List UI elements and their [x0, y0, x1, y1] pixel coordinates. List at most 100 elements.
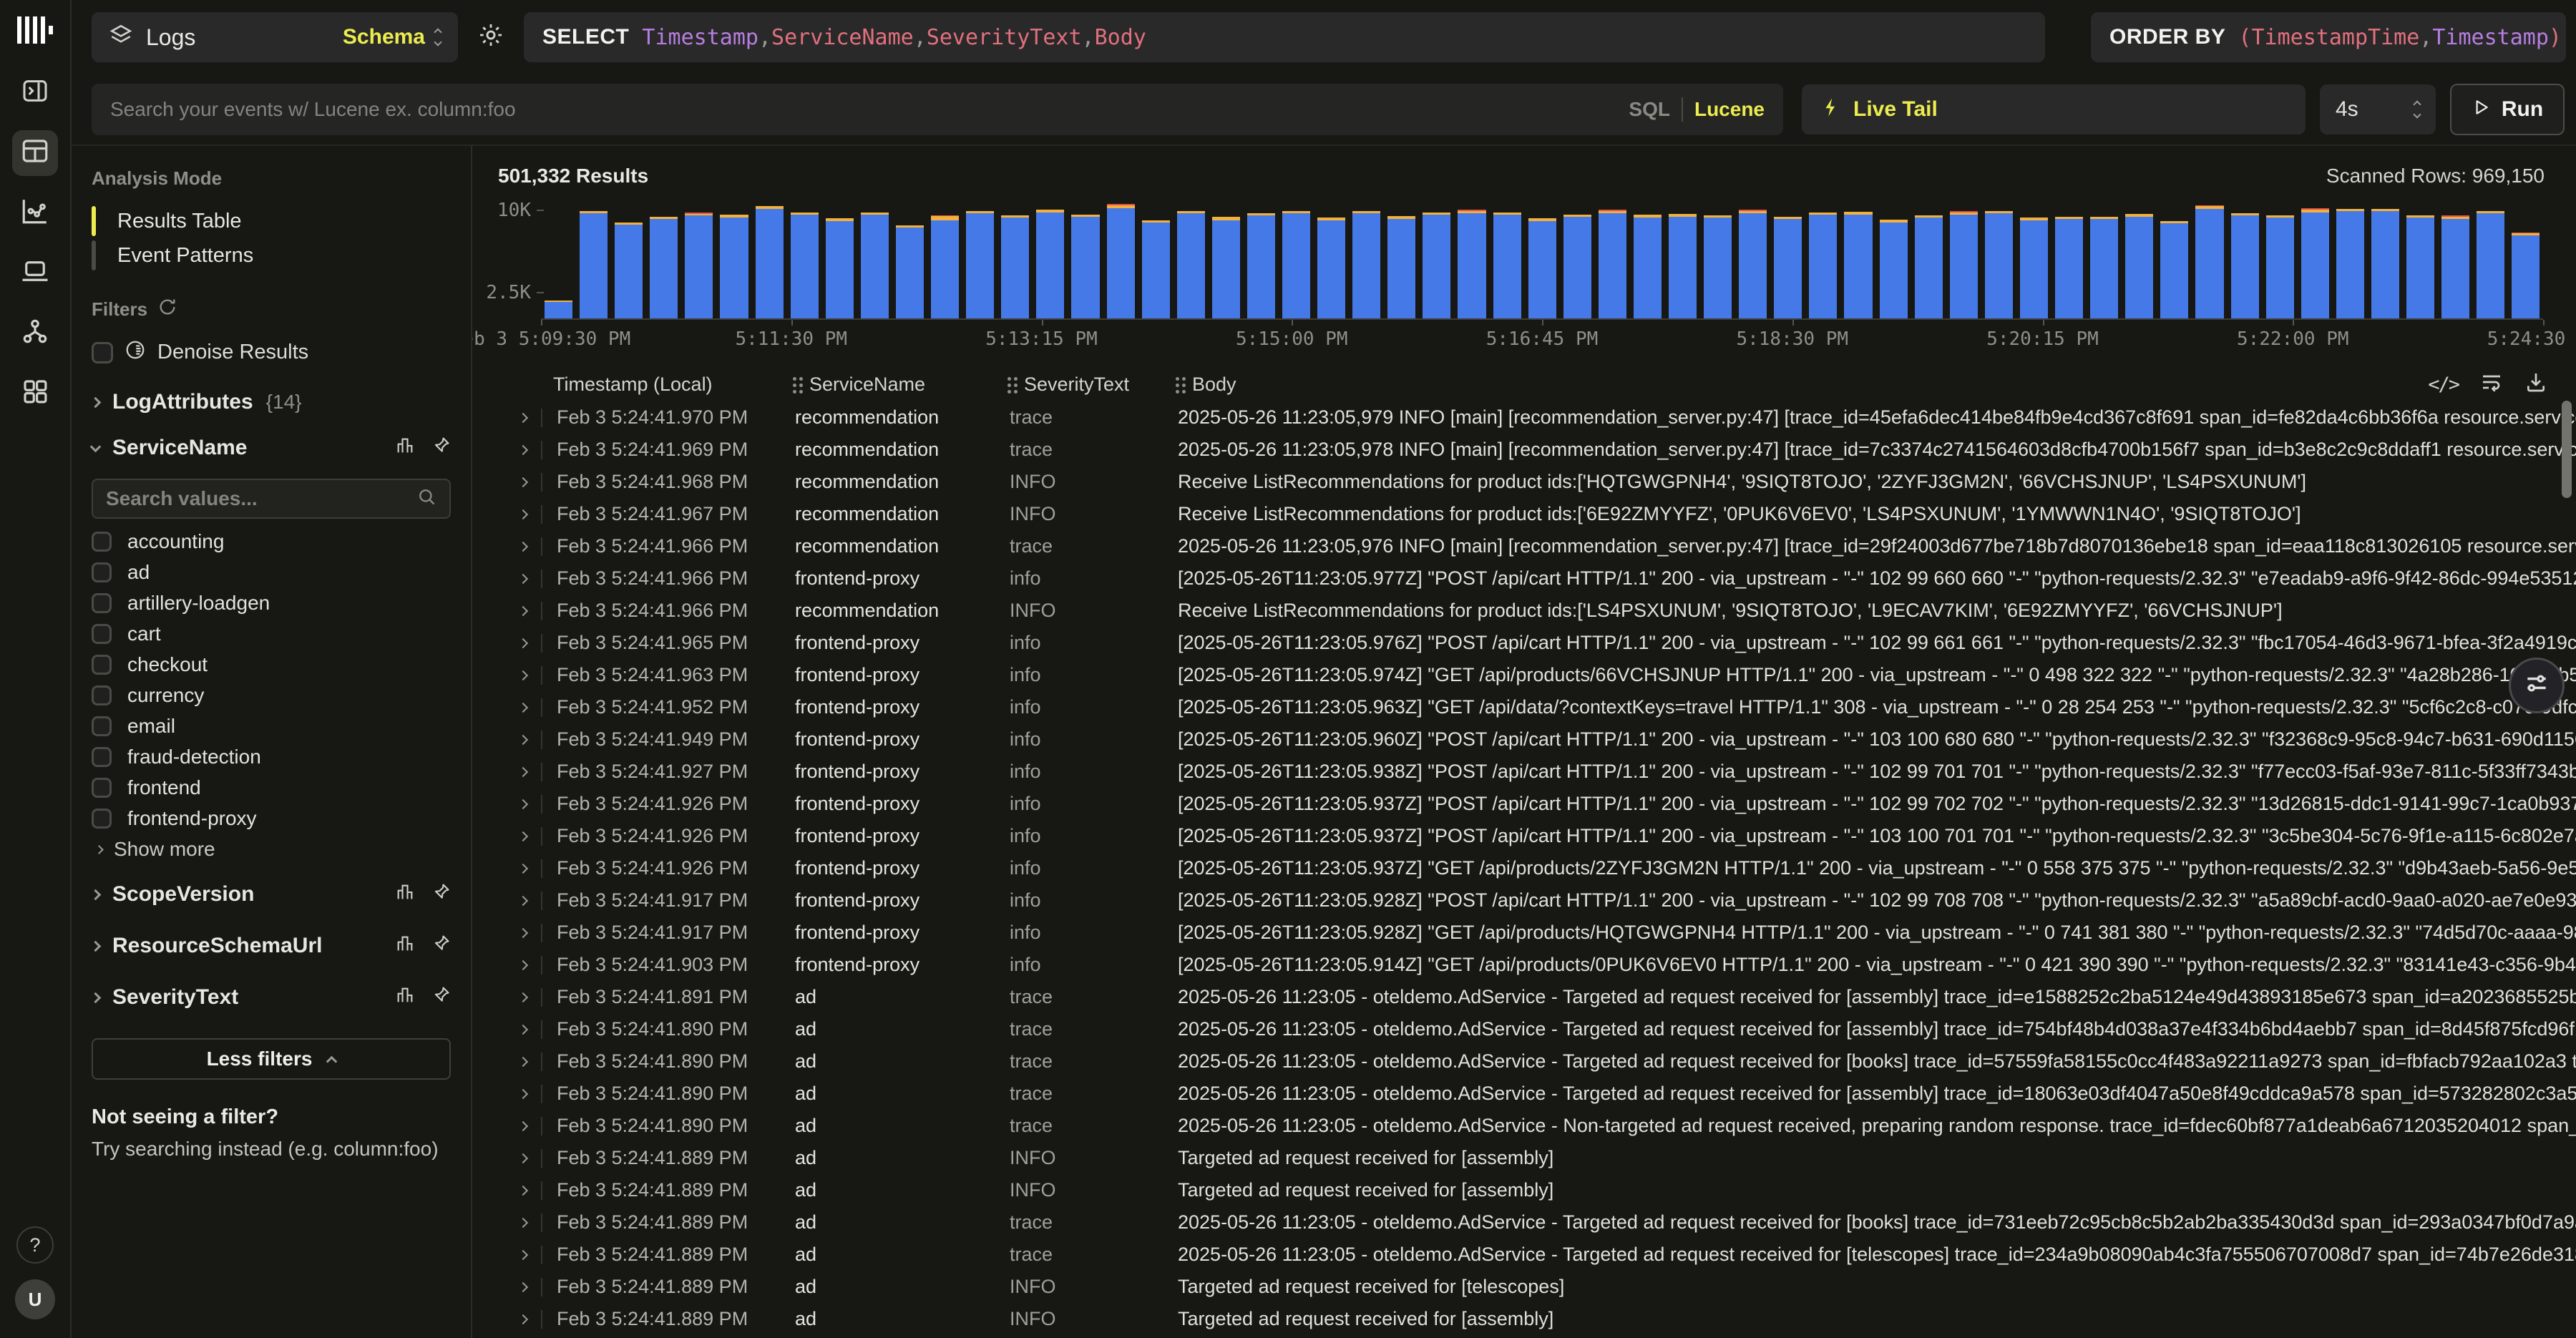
mode-results-table[interactable]: Results Table: [92, 204, 451, 238]
histogram-bar[interactable]: [1071, 215, 1099, 318]
table-row[interactable]: Feb 3 5:24:41.890 PM ad trace 2025-05-26…: [498, 1110, 2576, 1142]
service-filter-option[interactable]: frontend-proxy: [92, 803, 451, 834]
histogram-bar[interactable]: [1387, 216, 1415, 318]
histogram-bar[interactable]: [2512, 233, 2540, 318]
source-selector[interactable]: Logs Schema: [92, 12, 458, 62]
histogram-bar[interactable]: [1950, 211, 1978, 318]
nav-chart-explorer[interactable]: [12, 190, 58, 236]
histogram-bar[interactable]: [2406, 215, 2434, 318]
histogram-bar[interactable]: [650, 217, 678, 318]
table-row[interactable]: Feb 3 5:24:41.969 PM recommendation trac…: [498, 434, 2576, 466]
histogram-bar[interactable]: [756, 206, 784, 318]
column-header-servicename[interactable]: ServiceName: [793, 373, 1008, 396]
row-expand-chevron[interactable]: [518, 1024, 528, 1034]
histogram-bar[interactable]: [1352, 211, 1380, 318]
histogram-bar[interactable]: [2195, 205, 2223, 318]
checkbox[interactable]: [92, 532, 112, 552]
table-options-fab[interactable]: [2509, 658, 2565, 713]
checkbox[interactable]: [92, 809, 112, 829]
denoise-results-toggle[interactable]: Denoise Results: [92, 339, 451, 366]
histogram-bar[interactable]: [2160, 221, 2188, 318]
table-row[interactable]: Feb 3 5:24:41.889 PM ad INFO Targeted ad…: [498, 1174, 2576, 1206]
row-expand-chevron[interactable]: [518, 1249, 528, 1259]
histogram-bar[interactable]: [1493, 213, 1521, 318]
table-row[interactable]: Feb 3 5:24:41.917 PM frontend-proxy info…: [498, 884, 2576, 917]
row-expand-chevron[interactable]: [518, 1088, 528, 1098]
row-expand-chevron[interactable]: [518, 992, 528, 1002]
row-expand-chevron[interactable]: [518, 1217, 528, 1227]
service-filter-option[interactable]: accounting: [92, 526, 451, 557]
wrap-text-icon[interactable]: [2480, 371, 2503, 399]
table-row[interactable]: Feb 3 5:24:41.891 PM ad trace 2025-05-26…: [498, 981, 2576, 1013]
refresh-interval-select[interactable]: 4s: [2320, 84, 2436, 135]
source-settings-button[interactable]: [475, 21, 507, 54]
histogram-bar[interactable]: [2231, 213, 2259, 318]
histogram-bar[interactable]: [931, 215, 959, 318]
nav-terminal-panel[interactable]: [12, 70, 58, 116]
checkbox[interactable]: [92, 747, 112, 767]
histogram-bar[interactable]: [896, 225, 924, 318]
histogram-bar[interactable]: [826, 218, 854, 318]
table-row[interactable]: Feb 3 5:24:41.965 PM frontend-proxy info…: [498, 627, 2576, 659]
filter-group[interactable]: ResourceSchemaUrl: [92, 924, 451, 968]
histogram-bar[interactable]: [791, 213, 819, 318]
histogram-bar[interactable]: [1880, 220, 1908, 318]
checkbox[interactable]: [92, 624, 112, 644]
table-row[interactable]: Feb 3 5:24:41.926 PM frontend-proxy info…: [498, 852, 2576, 884]
live-tail-button[interactable]: Live Tail: [1802, 84, 2306, 135]
table-row[interactable]: Feb 3 5:24:41.952 PM frontend-proxy info…: [498, 691, 2576, 723]
histogram-plot[interactable]: 10K 2.5K: [541, 202, 2543, 320]
histogram-bar[interactable]: [1739, 210, 1767, 318]
row-expand-chevron[interactable]: [518, 1153, 528, 1163]
download-icon[interactable]: [2524, 371, 2547, 399]
row-expand-chevron[interactable]: [518, 1185, 528, 1195]
checkbox[interactable]: [92, 562, 112, 582]
service-filter-option[interactable]: fraud-detection: [92, 741, 451, 772]
histogram-bar[interactable]: [1142, 220, 1170, 318]
histogram-bar[interactable]: [2336, 209, 2364, 318]
checkbox[interactable]: [92, 593, 112, 613]
schema-mode-label[interactable]: Schema: [343, 25, 425, 49]
table-row[interactable]: Feb 3 5:24:41.889 PM ad INFO Targeted ad…: [498, 1142, 2576, 1174]
histogram-bar[interactable]: [1915, 215, 1943, 318]
run-button[interactable]: Run: [2450, 84, 2565, 135]
table-row[interactable]: Feb 3 5:24:41.889 PM ad INFO Targeted ad…: [498, 1303, 2576, 1335]
filter-group-logattributes[interactable]: LogAttributes {14}: [92, 390, 451, 414]
table-row[interactable]: Feb 3 5:24:41.889 PM ad INFO Targeted ad…: [498, 1271, 2576, 1303]
histogram-bar[interactable]: [1458, 210, 1485, 318]
denoise-checkbox[interactable]: [92, 342, 113, 363]
row-expand-chevron[interactable]: [518, 702, 528, 712]
event-search-bar[interactable]: SQL Lucene: [92, 84, 1783, 135]
histogram-bar[interactable]: [545, 301, 572, 318]
histogram-bar[interactable]: [685, 213, 713, 318]
histogram-bar[interactable]: [2090, 217, 2118, 318]
nav-service-map[interactable]: [12, 311, 58, 356]
histogram-bar[interactable]: [1563, 215, 1591, 318]
filter-group[interactable]: ScopeVersion: [92, 872, 451, 917]
histogram-bar[interactable]: [1177, 211, 1205, 318]
table-row[interactable]: Feb 3 5:24:41.890 PM ad trace 2025-05-26…: [498, 1045, 2576, 1078]
pin-icon[interactable]: [431, 436, 451, 461]
histogram-bar[interactable]: [1669, 214, 1697, 318]
table-row[interactable]: Feb 3 5:24:41.966 PM frontend-proxy info…: [498, 562, 2576, 595]
row-expand-chevron[interactable]: [518, 1314, 528, 1324]
checkbox[interactable]: [92, 685, 112, 705]
table-row[interactable]: Feb 3 5:24:41.889 PM ad trace 2025-05-26…: [498, 1239, 2576, 1271]
pin-icon[interactable]: [431, 934, 451, 959]
row-expand-chevron[interactable]: [518, 509, 528, 519]
row-expand-chevron[interactable]: [518, 412, 528, 422]
service-filter-option[interactable]: ad: [92, 557, 451, 587]
histogram-bar[interactable]: [1809, 213, 1837, 318]
histogram-bar[interactable]: [1282, 211, 1310, 318]
histogram-bar[interactable]: [2477, 211, 2504, 318]
histogram-bar[interactable]: [2441, 215, 2469, 318]
histogram-bar[interactable]: [615, 223, 643, 318]
events-histogram[interactable]: 10K 2.5K Feb 3 5:09:30 PM5:11:30 PM5:13:…: [541, 202, 2543, 353]
table-row[interactable]: Feb 3 5:24:41.890 PM ad trace 2025-05-26…: [498, 1078, 2576, 1110]
histogram-bar[interactable]: [1317, 218, 1345, 318]
nav-dashboards[interactable]: [12, 371, 58, 416]
histogram-bar[interactable]: [1985, 211, 2013, 318]
histogram-bar[interactable]: [861, 213, 889, 318]
row-expand-chevron[interactable]: [518, 1281, 528, 1291]
table-row[interactable]: Feb 3 5:24:41.890 PM ad trace 2025-05-26…: [498, 1013, 2576, 1045]
